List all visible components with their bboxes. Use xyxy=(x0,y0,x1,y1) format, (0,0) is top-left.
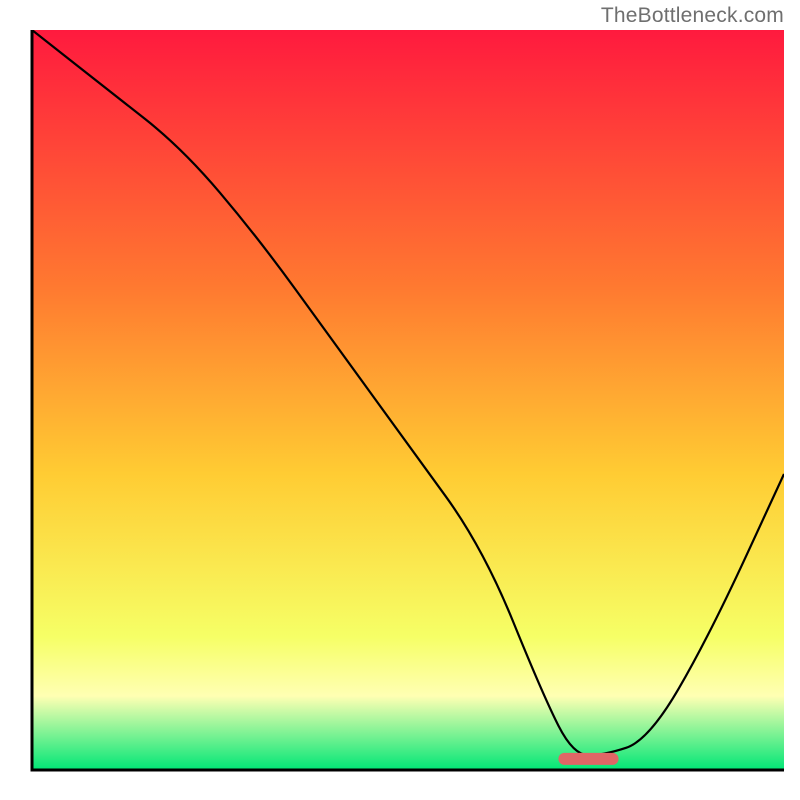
chart-svg xyxy=(0,0,800,800)
bottleneck-chart: TheBottleneck.com xyxy=(0,0,800,800)
optimal-marker xyxy=(558,753,618,765)
plot-background xyxy=(32,30,784,770)
watermark-text: TheBottleneck.com xyxy=(601,4,784,28)
